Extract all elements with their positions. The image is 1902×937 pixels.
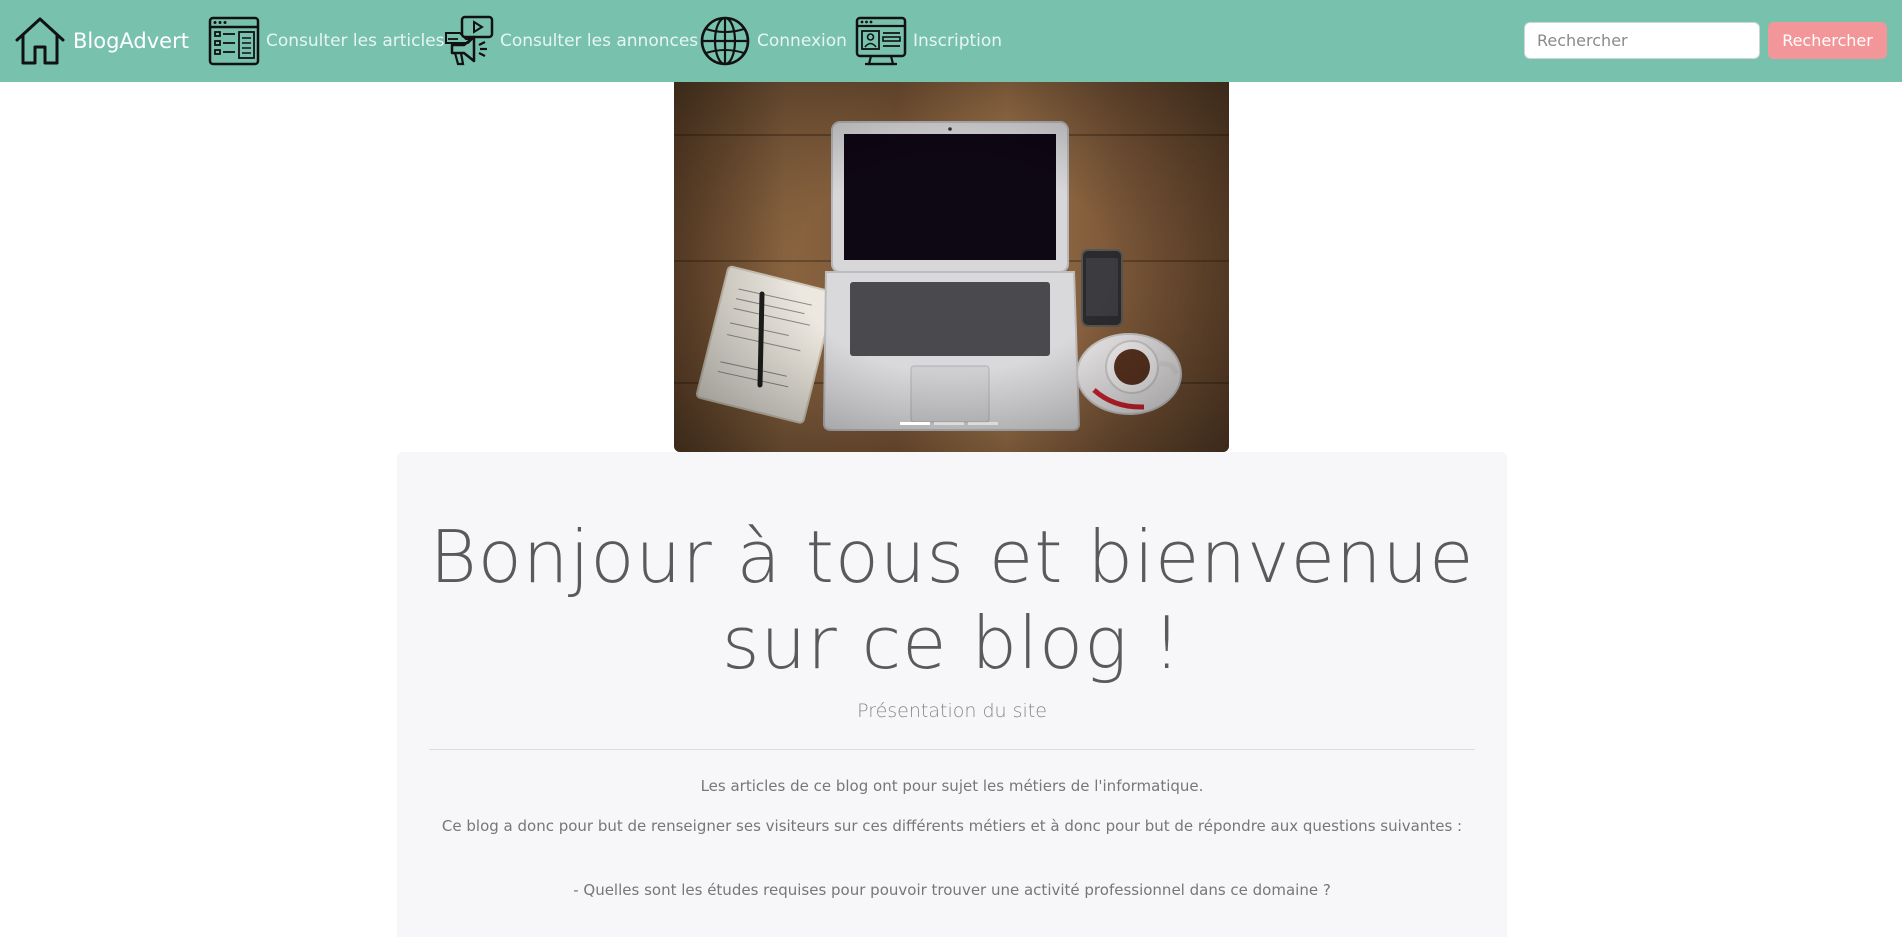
section-divider — [429, 749, 1475, 750]
nav-link-inscription-label: Inscription — [913, 31, 1003, 51]
page-title-line-1: Bonjour à tous et bienvenue — [429, 515, 1475, 599]
nav-link-articles[interactable]: Consulter les articles — [208, 14, 445, 68]
nav-link-inscription[interactable]: Inscription — [855, 14, 1002, 68]
brand-link[interactable]: BlogAdvert — [14, 14, 189, 68]
welcome-jumbotron: Bonjour à tous et bienvenue sur ce blog … — [397, 452, 1507, 937]
carousel-indicators — [900, 422, 998, 425]
carousel-indicator-2[interactable] — [934, 422, 964, 425]
search-input[interactable] — [1524, 22, 1760, 59]
brand-name: BlogAdvert — [73, 29, 189, 53]
nav-link-articles-label: Consulter les articles — [266, 31, 445, 51]
nav-link-annonces[interactable]: Consulter les annonces — [444, 14, 698, 68]
navbar: BlogAdvert Consulter les articles Consul… — [0, 0, 1902, 82]
megaphone-icon — [445, 15, 494, 66]
nav-link-connexion-label: Connexion — [757, 31, 847, 51]
nav-link-connexion[interactable]: Connexion — [699, 14, 847, 68]
page-title: Bonjour à tous et bienvenue sur ce blog … — [397, 514, 1507, 686]
profile-card-icon — [855, 16, 907, 66]
page-title-line-2: sur ce blog ! — [721, 601, 1183, 685]
question-item-1: - Quelles sont les études requises pour … — [573, 881, 1331, 899]
page-subtitle: Présentation du site — [857, 700, 1047, 722]
carousel-indicator-1[interactable] — [900, 422, 930, 425]
nav-link-annonces-label: Consulter les annonces — [500, 31, 699, 51]
intro-paragraph-2: Ce blog a donc pour but de renseigner se… — [441, 817, 1463, 835]
intro-paragraph-1: Les articles de ce blog ont pour sujet l… — [700, 777, 1204, 795]
home-icon — [15, 17, 65, 65]
search-button[interactable]: Rechercher — [1768, 22, 1887, 59]
image-vignette — [674, 82, 1229, 452]
hero-carousel[interactable] — [674, 82, 1229, 452]
carousel-indicator-3[interactable] — [968, 422, 998, 425]
articles-icon — [208, 16, 260, 66]
globe-icon — [700, 16, 750, 66]
